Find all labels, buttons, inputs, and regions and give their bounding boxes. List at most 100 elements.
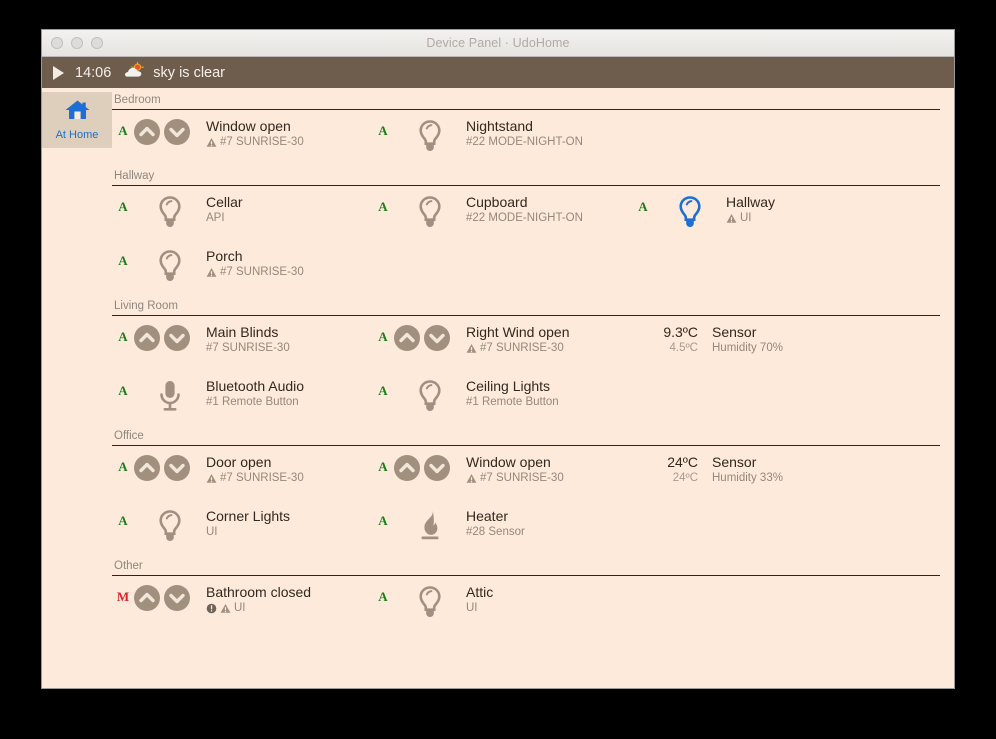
device-control bbox=[394, 194, 466, 234]
warning-icon bbox=[206, 473, 217, 484]
device-name: Porch bbox=[206, 248, 243, 264]
mode-toggle[interactable]: A bbox=[112, 324, 134, 345]
section-header: Living Room bbox=[112, 294, 940, 316]
chevron-down-button[interactable] bbox=[164, 585, 190, 611]
device-subtitle: #7 SUNRISE-30 bbox=[206, 471, 304, 486]
mode-toggle[interactable]: A bbox=[372, 194, 394, 215]
chevron-up-button[interactable] bbox=[394, 325, 420, 351]
device-subtitle-text: #7 SUNRISE-30 bbox=[220, 472, 304, 484]
device-labels: Bluetooth Audio #1 Remote Button bbox=[206, 378, 304, 410]
device-subtitle: #7 SUNRISE-30 bbox=[206, 135, 304, 150]
device-control bbox=[134, 508, 206, 548]
device-control bbox=[134, 248, 206, 288]
warning-icon bbox=[466, 473, 477, 484]
device-subtitle: #7 SUNRISE-30 bbox=[466, 471, 564, 486]
sensor-humidity: Humidity 70% bbox=[712, 342, 783, 354]
chevron-up-button[interactable] bbox=[134, 455, 160, 481]
chevron-up-button[interactable] bbox=[134, 325, 160, 351]
bulb-icon[interactable] bbox=[415, 119, 445, 158]
temperature-current: 24ºC bbox=[667, 454, 698, 470]
chevron-up-button[interactable] bbox=[134, 585, 160, 611]
device-control bbox=[134, 454, 206, 481]
chevron-down-button[interactable] bbox=[164, 119, 190, 145]
device-subtitle: #28 Sensor bbox=[466, 525, 525, 540]
device-subtitle-text: #1 Remote Button bbox=[466, 396, 559, 408]
device-item: A Cellar API bbox=[112, 194, 372, 234]
device-row: A Corner Lights UI A Heater #28 Sensor bbox=[112, 500, 940, 554]
microphone-icon[interactable] bbox=[155, 379, 185, 418]
mode-toggle[interactable]: A bbox=[112, 194, 134, 215]
mode-toggle[interactable]: A bbox=[372, 454, 394, 475]
device-item: A Heater #28 Sensor bbox=[372, 508, 632, 548]
device-control bbox=[654, 194, 726, 234]
device-row: A Porch #7 SUNRISE-30 bbox=[112, 240, 940, 294]
chevron-down-button[interactable] bbox=[424, 455, 450, 481]
cloud-sun-icon bbox=[122, 62, 144, 83]
bulb-icon[interactable] bbox=[415, 585, 445, 624]
mode-toggle[interactable]: A bbox=[632, 194, 654, 215]
sidebar: At Home bbox=[42, 88, 112, 688]
device-subtitle-text: API bbox=[206, 212, 225, 224]
device-labels: Ceiling Lights #1 Remote Button bbox=[466, 378, 559, 410]
chevron-up-button[interactable] bbox=[134, 119, 160, 145]
toolbar: 14:06 sky is clear bbox=[42, 57, 954, 88]
chevron-up-button[interactable] bbox=[394, 455, 420, 481]
mode-toggle[interactable]: M bbox=[112, 584, 134, 605]
bulb-icon[interactable] bbox=[155, 195, 185, 234]
device-name: Bathroom closed bbox=[206, 584, 312, 600]
device-subtitle-text: #1 Remote Button bbox=[206, 396, 299, 408]
bulb-icon[interactable] bbox=[155, 509, 185, 548]
chevron-down-button[interactable] bbox=[164, 455, 190, 481]
device-name: Cupboard bbox=[466, 194, 528, 210]
bulb-icon[interactable] bbox=[415, 195, 445, 234]
bulb-icon[interactable] bbox=[155, 249, 185, 288]
mode-toggle[interactable]: A bbox=[372, 508, 394, 529]
device-item: A Hallway UI bbox=[632, 194, 892, 234]
device-control bbox=[394, 324, 466, 351]
device-control bbox=[394, 118, 466, 158]
temperature-current: 9.3ºC bbox=[663, 324, 698, 340]
section-header: Office bbox=[112, 424, 940, 446]
device-item: A Main Blinds #7 SUNRISE-30 bbox=[112, 324, 372, 356]
mode-toggle[interactable]: A bbox=[112, 508, 134, 529]
device-subtitle: #1 Remote Button bbox=[206, 395, 304, 410]
device-subtitle-text: #28 Sensor bbox=[466, 526, 525, 538]
device-name: Corner Lights bbox=[206, 508, 291, 524]
mode-toggle[interactable]: A bbox=[372, 378, 394, 399]
mode-toggle[interactable]: A bbox=[372, 118, 394, 139]
mode-toggle[interactable]: A bbox=[372, 324, 394, 345]
device-list: Bedroom A Window open #7 SUNRISE-30 A Nightst… bbox=[112, 88, 954, 688]
device-name: Heater bbox=[466, 508, 509, 524]
device-item: A Right Wind open #7 SUNRISE-30 bbox=[372, 324, 632, 356]
mode-toggle[interactable]: A bbox=[112, 248, 134, 269]
flame-icon[interactable] bbox=[415, 509, 445, 548]
mode-toggle[interactable]: A bbox=[112, 378, 134, 399]
chevron-down-button[interactable] bbox=[424, 325, 450, 351]
bulb-icon[interactable] bbox=[675, 195, 705, 234]
chevron-down-button[interactable] bbox=[164, 325, 190, 351]
device-labels: Bathroom closed UI bbox=[206, 584, 311, 616]
device-labels: Right Wind open #7 SUNRISE-30 bbox=[466, 324, 570, 356]
mode-toggle[interactable]: A bbox=[372, 584, 394, 605]
play-icon[interactable] bbox=[53, 65, 64, 80]
device-name: Window open bbox=[206, 118, 291, 134]
bulb-icon[interactable] bbox=[415, 379, 445, 418]
sidebar-item-at-home[interactable]: At Home bbox=[42, 92, 112, 148]
titlebar: Device Panel · UdoHome bbox=[42, 30, 954, 57]
device-subtitle-text: #22 MODE-NIGHT-ON bbox=[466, 212, 583, 224]
device-name: Door open bbox=[206, 454, 272, 470]
device-labels: Main Blinds #7 SUNRISE-30 bbox=[206, 324, 290, 356]
device-labels: Window open #7 SUNRISE-30 bbox=[466, 454, 564, 486]
device-labels: Door open #7 SUNRISE-30 bbox=[206, 454, 304, 486]
device-name: Window open bbox=[466, 454, 551, 470]
clock-label: 14:06 bbox=[75, 64, 112, 81]
device-subtitle: #1 Remote Button bbox=[466, 395, 559, 410]
device-row: A Door open #7 SUNRISE-30 A Window open #7 SU… bbox=[112, 446, 940, 500]
device-item: M Bathroom closed UI bbox=[112, 584, 372, 616]
device-labels: Cellar API bbox=[206, 194, 243, 226]
mode-toggle[interactable]: A bbox=[112, 118, 134, 139]
device-row: A Bluetooth Audio #1 Remote Button A Ceiling… bbox=[112, 370, 940, 424]
device-row: A Main Blinds #7 SUNRISE-30 A Right Wind ope… bbox=[112, 316, 940, 370]
mode-toggle[interactable]: A bbox=[112, 454, 134, 475]
device-item: A Porch #7 SUNRISE-30 bbox=[112, 248, 372, 288]
